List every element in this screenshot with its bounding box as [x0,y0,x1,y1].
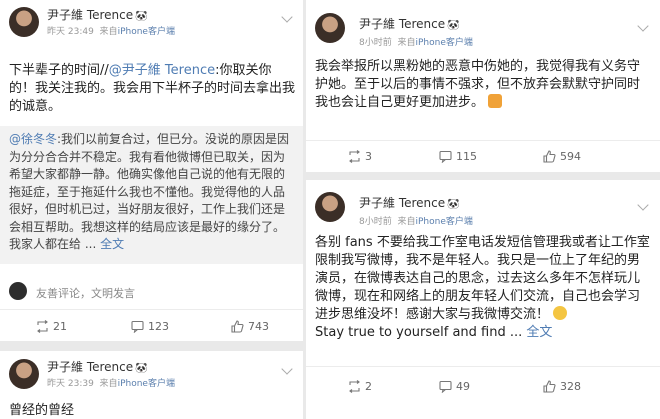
post-meta: 8小时前 来自iPhone客户端 [359,214,473,227]
comment-button[interactable]: 123 [131,320,169,334]
post-source[interactable]: iPhone客户端 [118,379,175,389]
like-count: 743 [248,320,269,333]
repost-count: 2 [365,380,372,393]
avatar[interactable] [9,7,39,37]
username[interactable]: 尹子維 Terence 🐼 [47,6,148,23]
username[interactable]: 尹子維 Terence 🐼 [359,194,460,211]
post-tail: Stay true to yourself and find ... [315,325,523,340]
like-count: 594 [560,150,581,163]
post-time: 8小时前 [359,38,392,48]
commenter-avatar [9,282,27,300]
post-source[interactable]: iPhone客户端 [118,27,175,37]
smile-emoji-icon [553,306,568,320]
fist-emoji-icon [488,94,503,108]
comment-icon [439,150,452,164]
comment-input[interactable]: 友善评论，文明发言 [36,285,135,301]
username-text[interactable]: 尹子維 Terence [359,17,445,31]
thumbs-up-icon [543,150,556,163]
avatar[interactable] [315,13,345,43]
mention-link[interactable]: @尹子維 Terence [109,63,215,78]
quoted-text: @徐冬冬:我们以前复合过，但已分。没说的原因是因为分分合合并不稳定。我有看他微博… [9,131,295,254]
chevron-down-icon[interactable] [281,363,293,375]
panda-badge-icon: 🐼 [135,11,148,22]
chevron-down-icon[interactable] [637,199,649,211]
repost-count: 3 [365,150,372,163]
source-prefix: 来自 [99,379,118,389]
panda-badge-icon: 🐼 [447,20,460,31]
username[interactable]: 尹子維 Terence 🐼 [359,15,460,32]
quote-mention-link[interactable]: @徐冬冬 [9,132,57,146]
text-part: 下半辈子的时间 [9,63,101,78]
post-text: 各别 fans 不要给我工作室电话发短信管理我或者让工作室限制我写微博，我不是年… [315,234,651,342]
comment-count: 115 [456,150,477,163]
divider [306,140,660,141]
comment-count: 123 [148,320,169,333]
weibo-post-card: 尹子維 Terence 🐼 昨天 23:39 来自iPhone客户端 曾经的曾经 [0,351,303,419]
full-text-link[interactable]: 全文 [100,237,124,251]
quote-body: :我们以前复合过，但已分。没说的原因是因为分分合合并不稳定。我有看他微博但已取关… [9,132,290,251]
thumbs-up-icon [543,380,556,393]
source-prefix: 来自 [397,217,416,227]
source-prefix: 来自 [397,38,416,48]
thumbs-up-icon [231,320,244,333]
repost-mark: // [100,63,109,78]
divider [0,309,303,310]
chevron-down-icon[interactable] [281,11,293,23]
repost-icon [37,320,48,333]
weibo-post-card: 尹子維 Terence 🐼 8小时前 来自iPhone客户端 各别 fans 不要… [306,180,660,419]
repost-icon [349,150,360,163]
post-text: 曾经的曾经 [9,403,75,418]
post-meta: 昨天 23:49 来自iPhone客户端 [47,24,175,37]
post-body: 我会举报所以黑粉她的恶意中伤她的，我觉得我有义务守护她。至于以后的事情不强求，但… [315,59,641,110]
comment-count: 49 [456,380,470,393]
comment-button[interactable]: 49 [439,380,470,394]
username-text[interactable]: 尹子維 Terence [47,360,133,374]
repost-button[interactable]: 21 [36,320,67,333]
username-text[interactable]: 尹子維 Terence [47,8,133,22]
quoted-post[interactable]: @徐冬冬:我们以前复合过，但已分。没说的原因是因为分分合合并不稳定。我有看他微博… [0,126,303,264]
like-button[interactable]: 328 [543,380,581,393]
divider [306,366,660,367]
post-text: 我会举报所以黑粉她的恶意中伤她的，我觉得我有义务守护她。至于以后的事情不强求，但… [315,58,651,112]
post-body: 各别 fans 不要给我工作室电话发短信管理我或者让工作室限制我写微博，我不是年… [315,235,650,322]
repost-icon [349,380,360,393]
username-text[interactable]: 尹子維 Terence [359,196,445,210]
repost-count: 21 [53,320,67,333]
weibo-post-card: 尹子維 Terence 🐼 昨天 23:49 来自iPhone客户端 下半辈子的时… [0,0,303,341]
like-count: 328 [560,380,581,393]
right-feed-column: 尹子維 Terence 🐼 8小时前 来自iPhone客户端 我会举报所以黑粉她的… [306,0,660,419]
repost-button[interactable]: 2 [348,380,372,393]
left-feed-column: 尹子維 Terence 🐼 昨天 23:49 来自iPhone客户端 下半辈子的时… [0,0,303,419]
repost-button[interactable]: 3 [348,150,372,163]
chevron-down-icon[interactable] [637,20,649,32]
like-button[interactable]: 594 [543,150,581,163]
source-prefix: 来自 [99,27,118,37]
post-meta: 8小时前 来自iPhone客户端 [359,35,473,48]
post-time: 8小时前 [359,217,392,227]
comment-button[interactable]: 115 [439,150,477,164]
comment-icon [439,380,452,394]
post-time: 昨天 23:49 [47,27,94,37]
panda-badge-icon: 🐼 [447,199,460,210]
post-source[interactable]: iPhone客户端 [415,217,472,227]
post-source[interactable]: iPhone客户端 [415,38,472,48]
post-time: 昨天 23:39 [47,379,94,389]
weibo-post-card: 尹子維 Terence 🐼 8小时前 来自iPhone客户端 我会举报所以黑粉她的… [306,0,660,172]
post-meta: 昨天 23:39 来自iPhone客户端 [47,376,175,389]
username[interactable]: 尹子維 Terence 🐼 [47,358,148,375]
post-text: 下半辈子的时间//@尹子維 Terence:你取关你的！我关注我的。我会用下半杯… [9,62,296,116]
full-text-link[interactable]: 全文 [526,325,552,340]
avatar[interactable] [9,359,39,389]
like-button[interactable]: 743 [231,320,269,333]
panda-badge-icon: 🐼 [135,363,148,374]
avatar[interactable] [315,192,345,222]
comment-icon [131,320,144,334]
